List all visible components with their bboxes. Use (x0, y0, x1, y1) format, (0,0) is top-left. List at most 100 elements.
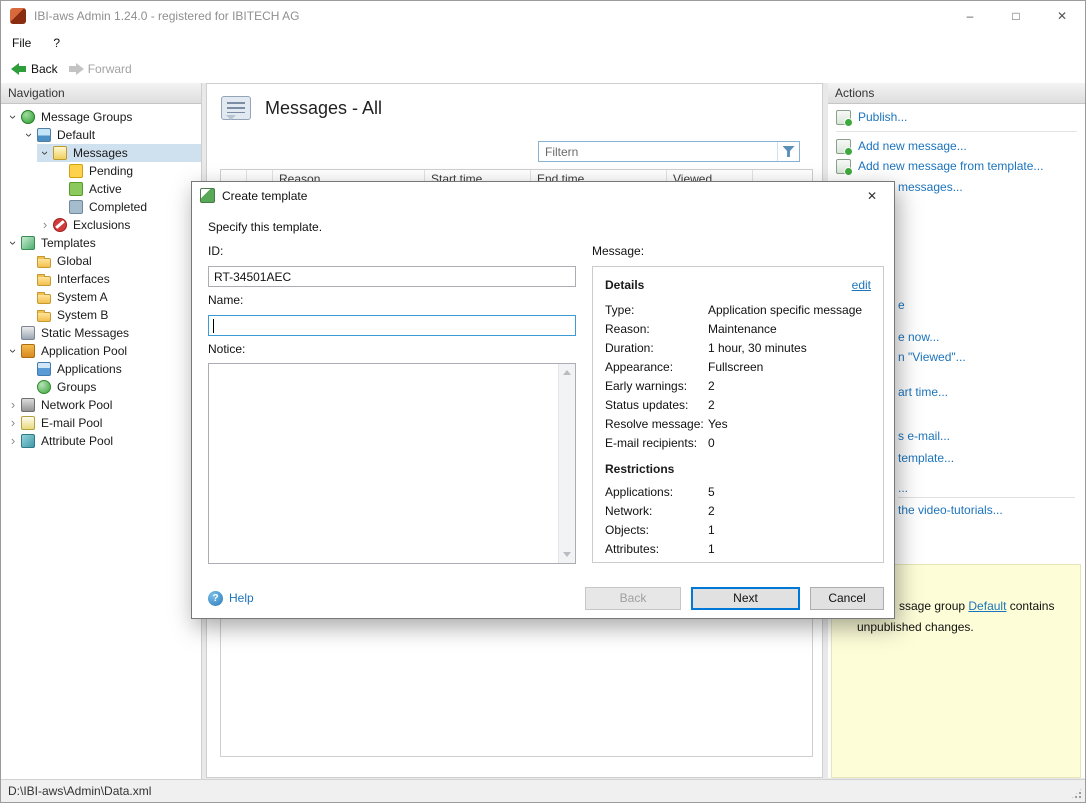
folder-icon (37, 273, 51, 286)
action-link-partial[interactable]: messages... (898, 180, 963, 194)
tree-item-attribute-pool[interactable]: › Attribute Pool (1, 432, 201, 450)
chevron-down-icon[interactable]: › (21, 127, 37, 143)
back-arrow-icon (11, 62, 27, 76)
chevron-down-icon[interactable]: › (5, 343, 21, 359)
tree-item-email-pool[interactable]: › E-mail Pool (1, 414, 201, 432)
back-button[interactable]: Back (11, 62, 58, 76)
tree-item-message-groups[interactable]: › Message Groups (1, 108, 201, 126)
action-add-new-message[interactable]: Add new message... (836, 136, 1077, 156)
help-link[interactable]: Help (208, 590, 254, 606)
navigation-panel: Navigation › Message Groups › Default › Mes… (1, 83, 202, 779)
id-label: ID: (208, 244, 224, 258)
chevron-down-icon[interactable]: › (5, 235, 21, 251)
tree-item-active[interactable]: Active (1, 180, 201, 198)
chevron-right-icon[interactable]: › (37, 217, 53, 233)
app-window: IBI-aws Admin 1.24.0 - registered for IB… (0, 0, 1086, 803)
action-link-partial[interactable]: art time... (898, 385, 948, 399)
filter-input[interactable] (539, 142, 777, 161)
name-input[interactable] (208, 315, 576, 336)
detail-row: Early warnings: 2 (605, 376, 871, 395)
chevron-down-icon[interactable]: › (5, 109, 21, 125)
chevron-right-icon[interactable]: › (5, 397, 21, 413)
next-button[interactable]: Next (691, 586, 800, 610)
page-title: Messages - All (265, 97, 383, 118)
action-link-partial[interactable]: e (898, 298, 905, 312)
tree-item-static-messages[interactable]: Static Messages (1, 324, 201, 342)
maximize-icon[interactable]: □ (993, 1, 1039, 31)
detail-label: Duration: (605, 340, 654, 355)
detail-row: Network: 2 (605, 501, 871, 520)
detail-value: 2 (708, 378, 715, 393)
notification-text: ssage group (899, 599, 969, 613)
detail-label: Type: (605, 302, 635, 317)
action-link-partial[interactable]: n "Viewed"... (898, 350, 966, 364)
resize-grip[interactable] (1070, 787, 1083, 800)
back-button[interactable]: Back (585, 586, 681, 610)
detail-value: 1 (708, 522, 715, 537)
tree-item-pending[interactable]: Pending (1, 162, 201, 180)
action-link-partial[interactable]: s e-mail... (898, 429, 950, 443)
action-link-partial[interactable]: template... (898, 451, 954, 465)
tree-item-completed[interactable]: Completed (1, 198, 201, 216)
tree-item-network-pool[interactable]: › Network Pool (1, 396, 201, 414)
tree-item-label: Pending (89, 164, 134, 178)
edit-link[interactable]: edit (852, 278, 871, 292)
detail-row: Type: Application specific message (605, 300, 871, 319)
menu-help[interactable]: ? (42, 36, 71, 50)
tree-item-system-a[interactable]: System A (1, 288, 201, 306)
tree-item-application-pool[interactable]: › Application Pool (1, 342, 201, 360)
scroll-up-icon[interactable] (559, 364, 575, 381)
templates-icon (21, 236, 35, 250)
action-link-partial[interactable]: e now... (898, 330, 939, 344)
chevron-right-icon[interactable]: › (5, 415, 21, 431)
applications-icon (37, 362, 51, 376)
tree-item-default[interactable]: › Default (1, 126, 201, 144)
chevron-down-icon[interactable]: › (37, 145, 53, 161)
message-label: Message: (592, 244, 645, 258)
cancel-button[interactable]: Cancel (810, 586, 884, 610)
folder-icon (37, 309, 51, 322)
tree-item-system-b[interactable]: System B (1, 306, 201, 324)
detail-label: Appearance: (605, 359, 674, 374)
close-icon[interactable]: ✕ (1039, 1, 1085, 31)
action-link-partial[interactable]: the video-tutorials... (898, 503, 1003, 517)
detail-value: Yes (708, 416, 728, 431)
tree-item-label: Message Groups (41, 110, 133, 124)
filter-button[interactable] (777, 142, 799, 161)
scrollbar[interactable] (558, 364, 575, 563)
publish-icon (836, 109, 853, 127)
tree-item-label: System A (57, 290, 108, 304)
scroll-down-icon[interactable] (559, 546, 575, 563)
menu-file[interactable]: File (1, 36, 42, 50)
tree-item-groups[interactable]: Groups (1, 378, 201, 396)
detail-row: Appearance: Fullscreen (605, 357, 871, 376)
dialog-close-icon[interactable]: ✕ (850, 182, 894, 209)
forward-button[interactable]: Forward (68, 62, 132, 76)
tree-item-messages[interactable]: › Messages (1, 144, 201, 162)
tree-item-applications[interactable]: Applications (1, 360, 201, 378)
tree-item-global[interactable]: Global (1, 252, 201, 270)
detail-label: Early warnings: (605, 378, 688, 393)
detail-label: Network: (605, 503, 653, 518)
detail-value: 2 (708, 503, 715, 518)
notice-textarea[interactable] (208, 363, 576, 564)
action-add-from-template[interactable]: Add new message from template... (836, 156, 1077, 176)
action-label: Add new message... (858, 139, 967, 153)
action-link-partial[interactable]: ... (898, 481, 908, 495)
network-pool-icon (21, 398, 35, 412)
default-group-link[interactable]: Default (968, 599, 1006, 613)
minimize-icon[interactable]: – (947, 1, 993, 31)
action-publish[interactable]: Publish... (836, 107, 1077, 127)
tree-item-templates[interactable]: › Templates (1, 234, 201, 252)
tree-item-interfaces[interactable]: Interfaces (1, 270, 201, 288)
help-icon (208, 590, 223, 606)
statusbar: D:\IBI-aws\Admin\Data.xml (1, 779, 1085, 802)
tree-item-label: Interfaces (57, 272, 110, 286)
tree-item-exclusions[interactable]: › Exclusions (1, 216, 201, 234)
chevron-right-icon[interactable]: › (5, 433, 21, 449)
tree-item-label: System B (57, 308, 109, 322)
id-input[interactable] (208, 266, 576, 287)
tree-item-label: Active (89, 182, 122, 196)
completed-icon (69, 200, 83, 214)
details-header: Details (605, 278, 645, 292)
